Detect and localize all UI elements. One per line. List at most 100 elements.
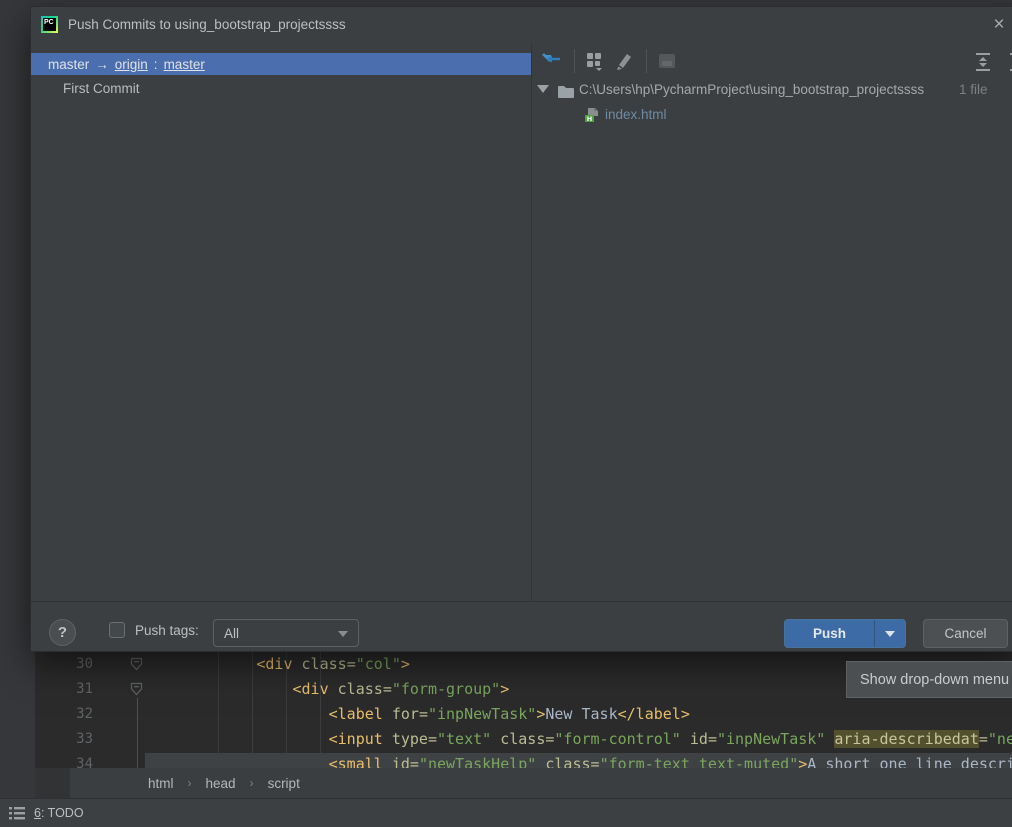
chevron-down-icon xyxy=(885,631,895,637)
code-token: A short one line descrip xyxy=(807,755,1012,768)
push-commits-dialog: PC Push Commits to using_bootstrap_proje… xyxy=(30,6,1012,652)
collapse-all-icon[interactable] xyxy=(1005,49,1012,73)
code-token: "new xyxy=(988,730,1012,748)
html-file-icon: H xyxy=(584,107,600,128)
code-token: = xyxy=(979,730,988,748)
code-line[interactable]: 33 <input type="text" class="form-contro… xyxy=(35,728,1012,753)
pycharm-window: 30 <div class="col">31 <div class="form-… xyxy=(0,0,1012,827)
code-token: id xyxy=(383,755,410,768)
code-token: = xyxy=(419,705,428,723)
push-button[interactable]: Push xyxy=(784,619,906,648)
code-token: "form-control" xyxy=(554,730,680,748)
code-line[interactable]: 32 <label for="inpNewTask">New Task</lab… xyxy=(35,703,1012,728)
breadcrumb-separator: › xyxy=(250,776,254,790)
code-token: = xyxy=(708,730,717,748)
arrow-glyph: → xyxy=(95,57,109,72)
tooltip-text: Show drop-down menu xyxy=(860,672,1009,688)
repo-root-path[interactable]: C:\Users\hp\PycharmProject\using_bootstr… xyxy=(579,82,924,97)
code-token: <div xyxy=(256,655,292,673)
push-tags-checkbox[interactable] xyxy=(109,622,125,638)
line-number: 32 xyxy=(35,706,93,722)
line-number: 33 xyxy=(35,731,93,747)
commit-message[interactable]: First Commit xyxy=(63,81,140,96)
code-token: class xyxy=(536,755,590,768)
jump-to-source-icon[interactable] xyxy=(539,49,563,73)
code-token: <small xyxy=(329,755,383,768)
breadcrumb-item-script[interactable]: script xyxy=(268,776,300,791)
code-token: <input xyxy=(329,730,383,748)
breadcrumb-separator: › xyxy=(188,776,192,790)
code-token: "inpNewTask" xyxy=(717,730,825,748)
expand-all-icon[interactable] xyxy=(971,49,995,73)
code-token: = xyxy=(410,755,419,768)
fold-marker-icon[interactable] xyxy=(130,657,143,676)
group-by-icon[interactable] xyxy=(583,49,607,73)
toolbar-divider xyxy=(646,49,647,73)
code-text: <small id="newTaskHelp" class="form-text… xyxy=(148,755,1012,768)
file-name[interactable]: index.html xyxy=(605,107,667,122)
tree-expand-chevron-icon[interactable] xyxy=(537,85,549,93)
code-token: "inpNewTask" xyxy=(428,705,536,723)
tags-dropdown[interactable]: All xyxy=(213,619,359,647)
colon: : xyxy=(154,57,158,72)
code-token: "col" xyxy=(356,655,401,673)
code-token: class xyxy=(293,655,347,673)
code-token: class xyxy=(491,730,545,748)
breadcrumb: html › head › script xyxy=(70,768,1012,798)
remote-link[interactable]: origin xyxy=(115,57,148,72)
local-branch: master xyxy=(48,57,89,72)
code-token: "newTaskHelp" xyxy=(419,755,536,768)
branch-row-selected[interactable]: master → origin : master xyxy=(31,53,531,75)
line-number: 30 xyxy=(35,656,93,672)
close-icon[interactable]: × xyxy=(987,13,1011,37)
remote-branch-link[interactable]: master xyxy=(164,57,205,72)
help-button[interactable]: ? xyxy=(49,619,76,646)
code-token: = xyxy=(428,730,437,748)
todo-list-icon xyxy=(8,805,26,821)
code-token: > xyxy=(798,755,807,768)
code-token: for xyxy=(383,705,419,723)
code-token: <div xyxy=(293,680,329,698)
folder-icon xyxy=(557,84,575,105)
edit-commit-icon[interactable] xyxy=(613,49,637,73)
push-tags-label: Push tags: xyxy=(135,623,199,638)
push-dropdown-arrow[interactable] xyxy=(875,620,905,647)
chevron-down-icon xyxy=(338,631,348,637)
code-token: > xyxy=(500,680,509,698)
code-token: New Task xyxy=(545,705,617,723)
svg-text:H: H xyxy=(587,115,592,123)
shelve-icon[interactable] xyxy=(655,49,679,73)
code-token: "form-text text-muted" xyxy=(600,755,799,768)
panel-divider xyxy=(531,43,532,601)
status-bar: 6: TODO xyxy=(0,798,1012,827)
dialog-footer: ? Push tags: All Push Cancel xyxy=(31,601,1012,653)
code-text: <input type="text" class="form-control" … xyxy=(148,730,1012,748)
file-count: 1 file xyxy=(959,82,988,97)
line-number: 31 xyxy=(35,681,93,697)
tags-dropdown-value: All xyxy=(224,626,239,641)
todo-toolwindow-button[interactable]: 6: TODO xyxy=(34,806,84,820)
code-token: id xyxy=(681,730,708,748)
cancel-button[interactable]: Cancel xyxy=(923,619,1008,648)
push-button-label[interactable]: Push xyxy=(785,620,874,647)
code-token: <label xyxy=(329,705,383,723)
code-text: <div class="form-group"> xyxy=(148,680,509,698)
code-token: </label> xyxy=(618,705,690,723)
tooltip: Show drop-down menu xyxy=(846,661,1012,698)
code-token: = xyxy=(591,755,600,768)
code-token: class xyxy=(329,680,383,698)
code-token: = xyxy=(383,680,392,698)
code-line[interactable]: 34 <small id="newTaskHelp" class="form-t… xyxy=(35,753,1012,768)
breadcrumb-item-html[interactable]: html xyxy=(148,776,174,791)
toolbar-divider xyxy=(574,49,575,73)
line-number: 34 xyxy=(35,756,93,768)
code-text: <label for="inpNewTask">New Task</label> xyxy=(148,705,690,723)
code-token: type xyxy=(383,730,428,748)
breadcrumb-gap xyxy=(35,768,70,798)
pycharm-icon: PC xyxy=(41,16,58,33)
code-token: = xyxy=(347,655,356,673)
dialog-title: Push Commits to using_bootstrap_projects… xyxy=(68,17,346,32)
breadcrumb-item-head[interactable]: head xyxy=(206,776,236,791)
fold-marker-icon[interactable] xyxy=(130,682,143,701)
dialog-titlebar: PC Push Commits to using_bootstrap_proje… xyxy=(31,7,1012,43)
